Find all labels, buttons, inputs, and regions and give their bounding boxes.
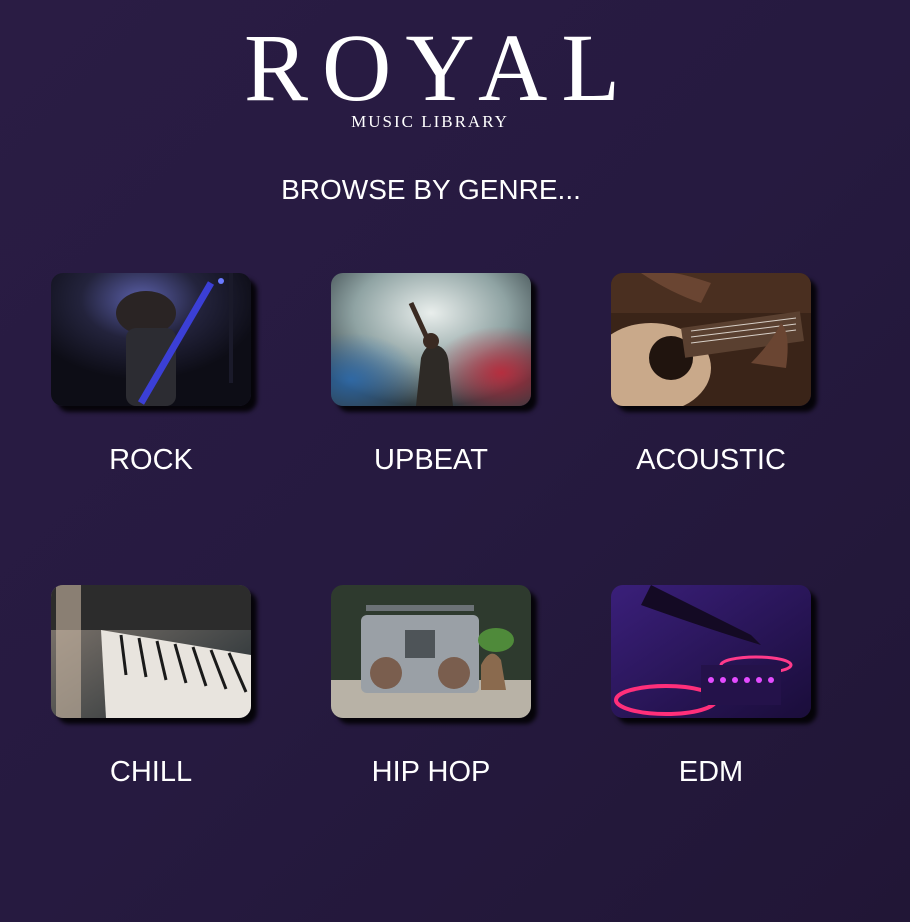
genre-image-hiphop[interactable]: [331, 585, 531, 718]
logo-wordmark: ROYAL: [244, 14, 635, 121]
genre-tile-edm[interactable]: EDM: [611, 585, 811, 789]
genre-tile-upbeat[interactable]: UPBEAT: [331, 273, 531, 477]
genre-label-edm: EDM: [678, 756, 744, 788]
genre-label-hiphop: HIP HOP: [371, 756, 491, 788]
genre-image-rock[interactable]: [51, 273, 251, 406]
genre-image-edm[interactable]: [611, 585, 811, 718]
acoustic-guitar-photo-image: [611, 273, 811, 406]
genre-image-acoustic[interactable]: [611, 273, 811, 406]
boombox-photo-image: [331, 585, 531, 718]
genre-label-rock: ROCK: [109, 444, 193, 476]
guitarist-photo-image: [51, 273, 251, 406]
genre-label-upbeat: UPBEAT: [374, 444, 488, 476]
genre-tile-rock[interactable]: ROCK: [51, 273, 251, 477]
genre-tile-chill[interactable]: CHILL: [51, 585, 251, 789]
genre-label-acoustic: ACOUSTIC: [636, 444, 786, 476]
genre-image-chill[interactable]: [51, 585, 251, 718]
dj-turntable-photo-image: [611, 585, 811, 718]
genre-image-upbeat[interactable]: [331, 273, 531, 406]
genre-tile-acoustic[interactable]: ACOUSTIC: [611, 273, 811, 477]
genre-label-chill: CHILL: [109, 756, 193, 788]
logo[interactable]: ROYAL MUSIC LIBRARY: [230, 20, 630, 132]
genre-tile-hiphop[interactable]: HIP HOP: [331, 585, 531, 789]
singer-photo-image: [331, 273, 531, 406]
piano-keys-photo-image: [51, 585, 251, 718]
page-heading: BROWSE BY GENRE...: [281, 174, 581, 205]
